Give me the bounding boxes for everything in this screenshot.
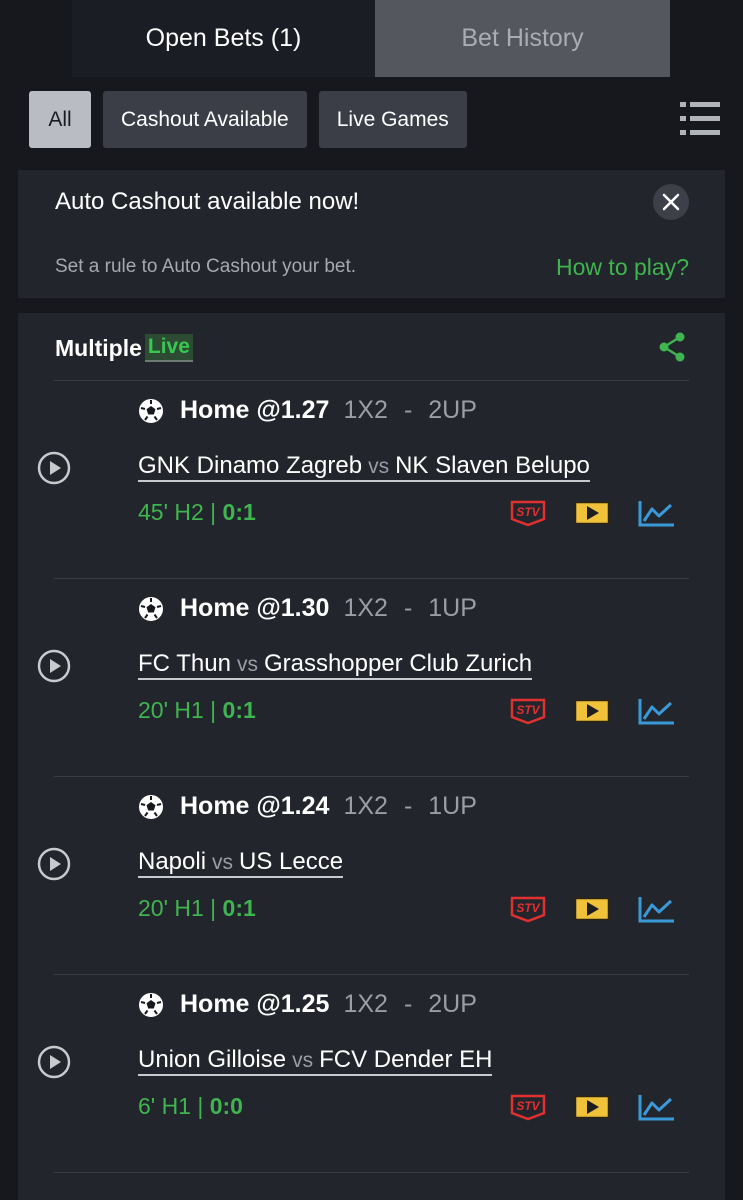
video-icon[interactable] [574,1095,610,1119]
svg-text:STV: STV [516,901,540,915]
svg-text:STV: STV [516,505,540,519]
filter-live-button[interactable]: Live Games [318,91,467,148]
early-payout-label: 1UP [428,792,477,820]
away-team: FCV Dender EH [319,1046,493,1073]
match-status: 20' H1 | 0:1 [138,697,256,724]
selection-label: Home @1.24 [180,792,330,820]
stv-icon[interactable]: STV [508,697,548,725]
selection-label: Home @1.27 [180,396,330,424]
stv-icon[interactable]: STV [508,499,548,527]
match-status: 20' H1 | 0:1 [138,895,256,922]
home-team: GNK Dinamo Zagreb [138,452,363,479]
market-label: 1X2 [343,990,388,1018]
early-payout-label: 1UP [428,594,477,622]
away-team: NK Slaven Belupo [395,452,590,479]
match-score: 0:1 [222,697,256,723]
video-icon[interactable] [574,501,610,525]
match-time: 20' H1 | [138,697,217,723]
how-to-play-link[interactable]: How to play? [556,254,689,281]
match-time: 6' H1 | [138,1093,204,1119]
vs-label: vs [292,1049,314,1072]
filter-cashout-button[interactable]: Cashout Available [103,91,307,148]
play-icon[interactable] [37,451,71,485]
play-icon[interactable] [37,1045,71,1079]
svg-text:STV: STV [516,1099,540,1113]
bet-tabs: Open Bets (1) Bet History [0,0,743,77]
match-time: 20' H1 | [138,895,217,921]
menu-icon[interactable] [680,100,720,138]
stats-icon[interactable] [638,895,676,923]
stv-icon[interactable]: STV [508,895,548,923]
stv-icon[interactable]: STV [508,1093,548,1121]
video-icon[interactable] [574,897,610,921]
vs-label: vs [212,851,234,874]
filter-bar: All Cashout Available Live Games [29,91,467,148]
home-team: Union Gilloise [138,1046,287,1073]
match-status: 6' H1 | 0:0 [138,1093,243,1120]
share-icon[interactable] [658,332,686,362]
svg-text:STV: STV [516,703,540,717]
bet-leg: Home @1.24 1X2 - 1UP Napoli vs US Lecce … [18,777,725,975]
match-link[interactable]: FC Thun vs Grasshopper Club Zurich [138,650,533,680]
market-label: 1X2 [343,396,388,424]
play-icon[interactable] [37,847,71,881]
video-icon[interactable] [574,699,610,723]
tab-open-bets[interactable]: Open Bets (1) [72,0,375,77]
bet-leg: Home @1.25 1X2 - 2UP Union Gilloise vs F… [18,975,725,1173]
bet-card-title: Multiple Live [55,334,193,362]
vs-label: vs [236,653,258,676]
auto-cashout-banner: Auto Cashout available now! Set a rule t… [18,170,725,298]
vs-label: vs [368,455,390,478]
selection-label: Home @1.30 [180,594,330,622]
soccer-ball-icon [139,992,163,1017]
match-score: 0:1 [222,895,256,921]
market-label: 1X2 [343,594,388,622]
selection-row: Home @1.27 1X2 - 2UP [138,396,477,425]
bet-leg: Home @1.27 1X2 - 2UP GNK Dinamo Zagreb v… [18,381,725,579]
match-status: 45' H2 | 0:1 [138,499,256,526]
tab-spacer [0,0,72,77]
separator: - [403,792,413,820]
match-time: 45' H2 | [138,499,217,525]
soccer-ball-icon [139,596,163,621]
banner-subtitle: Set a rule to Auto Cashout your bet. [55,256,357,277]
divider [54,1172,689,1173]
play-icon[interactable] [37,649,71,683]
stats-icon[interactable] [638,499,676,527]
home-team: FC Thun [138,650,231,677]
soccer-ball-icon [139,398,163,423]
soccer-ball-icon [139,794,163,819]
separator: - [403,396,413,424]
selection-row: Home @1.25 1X2 - 2UP [138,990,477,1019]
away-team: Grasshopper Club Zurich [263,650,533,677]
selection-row: Home @1.30 1X2 - 1UP [138,594,477,623]
selection-row: Home @1.24 1X2 - 1UP [138,792,477,821]
home-team: Napoli [138,848,207,875]
early-payout-label: 2UP [428,990,477,1018]
match-score: 0:0 [209,1093,243,1119]
away-team: US Lecce [239,848,344,875]
match-score: 0:1 [222,499,256,525]
stats-icon[interactable] [638,697,676,725]
close-icon [662,193,680,211]
bet-card: Multiple Live Home @1.27 1X2 - 2UP GNK D… [18,313,725,1200]
filter-all-button[interactable]: All [29,91,91,148]
tab-spacer [670,0,743,77]
separator: - [403,594,413,622]
early-payout-label: 2UP [428,396,477,424]
stats-icon[interactable] [638,1093,676,1121]
live-badge: Live [144,334,193,362]
match-link[interactable]: Union Gilloise vs FCV Dender EH [138,1046,493,1076]
separator: - [403,990,413,1018]
selection-label: Home @1.25 [180,990,330,1018]
bet-type-label: Multiple [55,334,142,361]
close-button[interactable] [653,184,689,220]
banner-title: Auto Cashout available now! [55,188,360,215]
match-link[interactable]: GNK Dinamo Zagreb vs NK Slaven Belupo [138,452,590,482]
match-link[interactable]: Napoli vs US Lecce [138,848,344,878]
bet-leg: Home @1.30 1X2 - 1UP FC Thun vs Grasshop… [18,579,725,777]
tab-bet-history[interactable]: Bet History [375,0,670,77]
market-label: 1X2 [343,792,388,820]
